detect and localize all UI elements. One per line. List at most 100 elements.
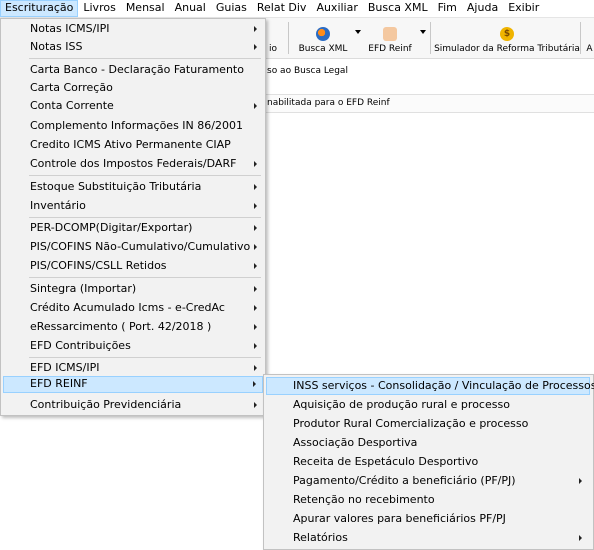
submenu-item-produtor-rural[interactable]: Produtor Rural Comercialização e process… — [266, 415, 590, 433]
menu-item-label: Estoque Substituição Tributária — [30, 180, 202, 193]
menu-item-label: Sintegra (Importar) — [30, 282, 137, 295]
menu-item-label: Carta Correção — [30, 81, 113, 94]
menu-item-label: Carta Banco - Declaração Faturamento — [30, 63, 244, 76]
menu-item-label: Notas ICMS/IPI — [30, 22, 110, 35]
menu-escrituracao[interactable]: Escrituração — [0, 0, 79, 17]
busca-xml-dropdown-icon[interactable] — [355, 30, 361, 34]
escrituracao-dropdown-menu: Notas ICMS/IPI Notas ISS Carta Banco - D… — [0, 18, 266, 416]
menu-item-label: EFD ICMS/IPI — [30, 361, 100, 374]
menu-fim[interactable]: Fim — [433, 0, 462, 17]
menu-item-pis-cofins-cumulativo[interactable]: PIS/COFINS Não-Cumulativo/Cumulativo — [3, 239, 263, 256]
busca-xml-button[interactable]: Busca XML — [294, 18, 352, 58]
menu-ajuda[interactable]: Ajuda — [462, 0, 503, 17]
submenu-item-label: Relatórios — [293, 531, 348, 544]
menu-item-label: eRessarcimento ( Port. 42/2018 ) — [30, 320, 212, 333]
menu-bar: Escrituração Livros Mensal Anual Guias R… — [0, 0, 594, 18]
menu-relat-div[interactable]: Relat Div — [252, 0, 312, 17]
submenu-arrow-icon — [254, 225, 257, 231]
efd-reinf-dropdown-icon[interactable] — [420, 30, 426, 34]
menu-item-credito-icms-ciap[interactable]: Credito ICMS Ativo Permanente CIAP — [3, 137, 263, 154]
submenu-arrow-icon — [254, 263, 257, 269]
menu-mensal[interactable]: Mensal — [121, 0, 170, 17]
submenu-arrow-icon — [254, 365, 257, 371]
menu-item-label: Credito ICMS Ativo Permanente CIAP — [30, 138, 231, 151]
submenu-arrow-icon — [579, 535, 582, 541]
submenu-arrow-icon — [254, 244, 257, 250]
menu-item-label: Notas ISS — [30, 40, 83, 53]
submenu-item-pagamento-credito[interactable]: Pagamento/Crédito a beneficiário (PF/PJ) — [266, 472, 590, 490]
submenu-arrow-icon — [579, 478, 582, 484]
submenu-item-label: Retenção no recebimento — [293, 493, 435, 506]
menu-item-label: PER-DCOMP(Digitar/Exportar) — [30, 221, 193, 234]
busca-legal-info: so ao Busca Legal — [267, 66, 348, 76]
menu-item-complemento-informacoes[interactable]: Complemento Informações IN 86/2001 — [3, 118, 263, 135]
toolbar-separator — [430, 22, 431, 54]
menu-item-label: Inventário — [30, 199, 86, 212]
submenu-arrow-icon — [254, 324, 257, 330]
menu-item-efd-reinf[interactable]: EFD REINF — [3, 376, 263, 393]
menu-item-pis-cofins-csll-retidos[interactable]: PIS/COFINS/CSLL Retidos — [3, 258, 263, 275]
submenu-item-receita-espetaculo[interactable]: Receita de Espetáculo Desportivo — [266, 453, 590, 471]
menu-item-per-dcomp[interactable]: PER-DCOMP(Digitar/Exportar) — [3, 220, 263, 237]
submenu-item-label: Aquisição de produção rural e processo — [293, 398, 510, 411]
menu-item-eressarcimento[interactable]: eRessarcimento ( Port. 42/2018 ) — [3, 319, 263, 336]
submenu-item-label: INSS serviços - Consolidação / Vinculaçã… — [293, 379, 594, 392]
menu-item-sintegra[interactable]: Sintegra (Importar) — [3, 281, 263, 298]
menu-item-carta-correcao[interactable]: Carta Correção — [3, 80, 263, 97]
toolbar-edge-label: A — [586, 44, 593, 54]
menu-item-inventario[interactable]: Inventário — [3, 198, 263, 215]
submenu-item-apurar-valores[interactable]: Apurar valores para beneficiários PF/PJ — [266, 510, 590, 528]
submenu-item-retencao-recebimento[interactable]: Retenção no recebimento — [266, 491, 590, 509]
busca-xml-label: Busca XML — [298, 44, 348, 54]
submenu-item-relatorios[interactable]: Relatórios — [266, 529, 590, 547]
toolbar-separator — [288, 22, 289, 54]
menu-item-efd-icms-ipi[interactable]: EFD ICMS/IPI — [3, 360, 263, 377]
toolbar-edge-button[interactable]: A — [585, 18, 594, 58]
menu-item-notas-icms-ipi[interactable]: Notas ICMS/IPI — [3, 21, 263, 38]
menu-busca-xml[interactable]: Busca XML — [363, 0, 433, 17]
submenu-item-label: Receita de Espetáculo Desportivo — [293, 455, 479, 468]
submenu-arrow-icon — [254, 103, 257, 109]
menu-guias[interactable]: Guias — [211, 0, 252, 17]
menu-item-label: PIS/COFINS Não-Cumulativo/Cumulativo — [30, 240, 251, 253]
submenu-item-aquisicao-producao-rural[interactable]: Aquisição de produção rural e processo — [266, 396, 590, 414]
menu-item-efd-contribuicoes[interactable]: EFD Contribuições — [3, 338, 263, 355]
menu-item-estoque-st[interactable]: Estoque Substituição Tributária — [3, 179, 263, 196]
menu-item-notas-iss[interactable]: Notas ISS — [3, 39, 263, 56]
efd-reinf-status-info: nabilitada para o EFD Reinf — [267, 98, 390, 108]
dollar-coin-icon: $ — [500, 27, 514, 41]
submenu-arrow-icon — [254, 305, 257, 311]
menu-item-label: Controle dos Impostos Federais/DARF — [30, 157, 237, 170]
toolbar-partial-button[interactable]: io — [266, 18, 280, 58]
menu-item-controle-impostos[interactable]: Controle dos Impostos Federais/DARF — [3, 156, 263, 173]
submenu-arrow-icon — [254, 184, 257, 190]
submenu-arrow-icon — [254, 26, 257, 32]
menu-separator — [29, 175, 261, 176]
menu-item-label: Crédito Acumulado Icms - e-CredAc — [30, 301, 225, 314]
simulador-reforma-button[interactable]: $ Simulador da Reforma Tributária — [434, 18, 580, 58]
menu-separator — [29, 277, 261, 278]
menu-anual[interactable]: Anual — [170, 0, 211, 17]
efd-reinf-button[interactable]: EFD Reinf — [364, 18, 416, 58]
menu-item-label: EFD Contribuições — [30, 339, 131, 352]
menu-exibir[interactable]: Exibir — [503, 0, 544, 17]
submenu-arrow-icon — [254, 343, 257, 349]
submenu-item-associacao-desportiva[interactable]: Associação Desportiva — [266, 434, 590, 452]
menu-item-carta-banco[interactable]: Carta Banco - Declaração Faturamento — [3, 62, 263, 79]
menu-item-label: Conta Corrente — [30, 99, 114, 112]
toolbar-partial-label: io — [268, 44, 277, 54]
submenu-item-inss-servicos[interactable]: INSS serviços - Consolidação / Vinculaçã… — [266, 377, 594, 395]
menu-separator — [29, 58, 261, 59]
menu-item-e-credac[interactable]: Crédito Acumulado Icms - e-CredAc — [3, 300, 263, 317]
menu-item-label: Contribuição Previdenciária — [30, 398, 182, 411]
submenu-item-label: Associação Desportiva — [293, 436, 418, 449]
submenu-arrow-icon — [254, 161, 257, 167]
menu-livros[interactable]: Livros — [78, 0, 120, 17]
submenu-arrow-icon — [254, 44, 257, 50]
menu-item-conta-corrente[interactable]: Conta Corrente — [3, 98, 263, 115]
submenu-arrow-icon — [254, 203, 257, 209]
menu-auxiliar[interactable]: Auxiliar — [311, 0, 362, 17]
menu-item-contribuicao-previdenciaria[interactable]: Contribuição Previdenciária — [3, 397, 263, 414]
efd-reinf-label: EFD Reinf — [368, 44, 412, 54]
efd-reinf-icon — [383, 27, 397, 41]
